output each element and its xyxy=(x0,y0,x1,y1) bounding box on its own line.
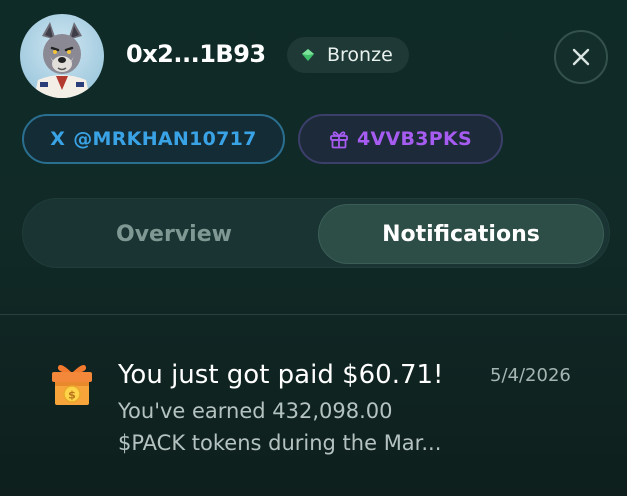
gift-icon xyxy=(330,131,348,149)
wallet-address: 0x2...1B93 xyxy=(126,40,266,68)
tab-overview[interactable]: Overview xyxy=(29,204,319,264)
twitter-handle: @MRKHAN10717 xyxy=(73,128,257,150)
x-logo-icon: X xyxy=(50,128,66,150)
gem-icon xyxy=(302,49,314,61)
close-icon xyxy=(572,48,590,66)
svg-text:$: $ xyxy=(68,389,76,402)
avatar xyxy=(20,14,104,98)
twitter-handle-link[interactable]: X @MRKHAN10717 xyxy=(22,114,285,164)
tier-badge: Bronze xyxy=(287,37,409,73)
referral-code-button[interactable]: 4VVB3PKS xyxy=(298,114,503,164)
gift-box-coin-icon: $ xyxy=(52,365,92,405)
wolf-avatar-image xyxy=(34,22,90,98)
referral-code: 4VVB3PKS xyxy=(356,128,473,150)
notification-title: You just got paid $60.71! xyxy=(118,360,444,390)
notification-date: 5/4/2026 xyxy=(490,365,571,386)
tier-label: Bronze xyxy=(327,44,393,66)
notification-item[interactable]: $ You just got paid $60.71! 5/4/2026 You… xyxy=(0,345,627,485)
notification-body: You've earned 432,098.00 $PACK tokens du… xyxy=(118,399,442,455)
tab-bar: Overview Notifications xyxy=(22,198,610,268)
tab-notifications[interactable]: Notifications xyxy=(318,204,604,264)
profile-panel: 0x2...1B93 Bronze X @MRKHAN10717 4VVB3PK… xyxy=(0,0,627,496)
divider xyxy=(0,314,627,315)
close-button[interactable] xyxy=(554,30,608,84)
